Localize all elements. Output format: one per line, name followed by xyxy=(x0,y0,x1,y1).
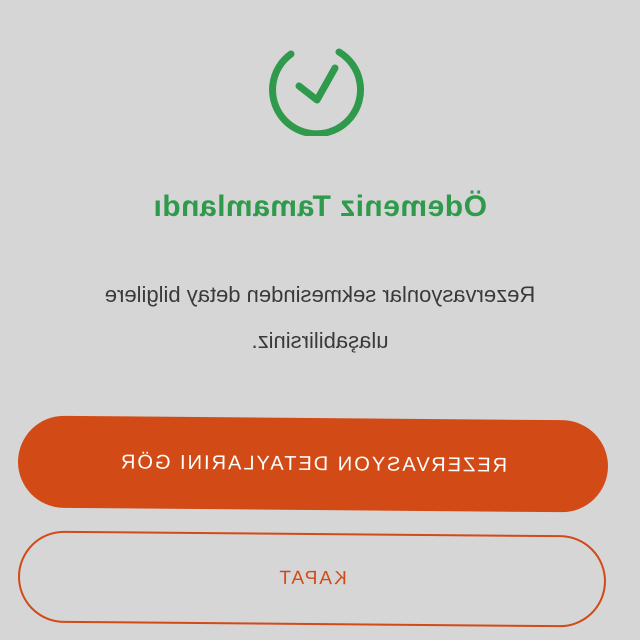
view-reservation-details-button[interactable]: REZERVASYON DETAYLARINI GÖR xyxy=(17,415,609,513)
check-circle-icon xyxy=(269,48,365,136)
page-title: Ödemeniz Tamamlandı xyxy=(152,190,488,223)
payment-success-screen: Ödemeniz Tamamlandı Rezervasyonlar sekme… xyxy=(0,0,640,640)
close-button[interactable]: KAPAT xyxy=(17,530,607,628)
info-message: Rezervasyonlar sekmesinden detay bilgile… xyxy=(104,282,536,353)
